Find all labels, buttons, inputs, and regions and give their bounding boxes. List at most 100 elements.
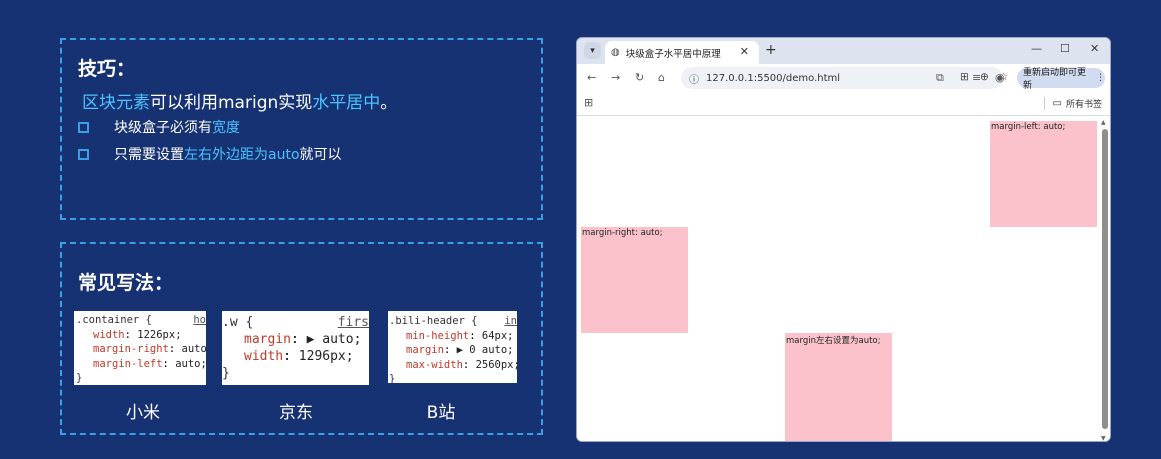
code-close-brace: } — [76, 372, 83, 384]
zoom-icon[interactable]: ⊕ — [980, 71, 989, 83]
vertical-scrollbar[interactable]: ▲ ▼ — [1101, 119, 1108, 441]
plus-icon[interactable]: + — [765, 42, 777, 58]
profile-icon[interactable]: ◉ — [995, 71, 1005, 84]
code-line: width: 1226px; — [93, 328, 182, 341]
close-window-icon[interactable]: ✕ — [1090, 42, 1099, 55]
bullet-suffix: 就可以 — [299, 147, 342, 163]
common-patterns-panel: 常见写法： .container { ho width: 1226px; mar… — [60, 242, 543, 435]
code-value: ▶ auto; — [306, 332, 362, 347]
code-close-brace: } — [222, 366, 230, 381]
close-icon[interactable]: ✕ — [740, 45, 749, 58]
chevron-down-icon[interactable]: ▾ — [584, 42, 601, 59]
browser-window: ▾ ◍ 块级盒子水平居中原理 ✕ + — ☐ ✕ ← → ↻ ⌂ ⓘ 127.0… — [576, 37, 1111, 442]
code-source-link: in — [504, 315, 517, 327]
scroll-thumb[interactable] — [1102, 129, 1108, 429]
demo-box-margin-centered: margin左右设置为auto; — [785, 333, 892, 441]
code-line: min-height: 64px; — [406, 329, 514, 342]
code-prop: width — [93, 328, 125, 341]
back-arrow-icon[interactable]: ← — [587, 71, 596, 84]
globe-icon: ◍ — [611, 47, 620, 58]
code-prop: margin-left — [93, 357, 163, 370]
scroll-up-icon[interactable]: ▲ — [1101, 119, 1106, 126]
puzzle-icon[interactable]: ⧉ — [936, 71, 944, 85]
code-card-xiaomi: .container { ho width: 1226px; margin-ri… — [74, 311, 206, 385]
bookmarks-bar: ⊞ ▭ 所有书签 — [577, 92, 1110, 116]
page-viewport: margin-left: auto; margin-right: auto; m… — [577, 117, 1110, 441]
square-bullet-icon — [78, 121, 89, 133]
code-selector: .bili-header { — [389, 315, 478, 327]
minimize-icon[interactable]: — — [1031, 42, 1042, 55]
code-close-brace: } — [389, 373, 396, 383]
brand-label-xiaomi: 小米 — [126, 403, 160, 423]
browser-toolbar: ← → ↻ ⌂ ⓘ 127.0.0.1:5500/demo.html ⊞ ⊕ ☆… — [577, 64, 1110, 92]
tips-text-period: 。 — [380, 93, 398, 113]
all-bookmarks-label: 所有书签 — [1065, 100, 1102, 110]
box-label: margin-right: auto; — [582, 228, 663, 238]
translate-icon[interactable]: ⊞ — [960, 71, 969, 83]
reload-icon[interactable]: ↻ — [635, 71, 644, 84]
bullet-text: 只需要设置 — [114, 147, 184, 163]
home-icon[interactable]: ⌂ — [658, 71, 665, 84]
bullet-text: 块级盒子必须有 — [114, 120, 212, 136]
more-vertical-icon[interactable]: ⋮ — [1096, 73, 1105, 83]
code-selector-line: .container { ho — [76, 313, 206, 328]
code-value: 1296px; — [298, 349, 354, 364]
tips-main-text: 区块元素可以利用marign实现水平居中。 — [82, 88, 397, 113]
code-prop: margin — [406, 344, 444, 356]
box-label: margin-left: auto; — [991, 122, 1066, 132]
common-title: 常见写法： — [78, 272, 174, 294]
tips-bullet-width: 块级盒子必须有 宽度 — [78, 117, 240, 137]
media-icon[interactable]: ≡ — [972, 71, 981, 84]
code-prop: max-width — [406, 358, 463, 371]
code-value: auto; — [181, 343, 206, 355]
maximize-icon[interactable]: ☐ — [1060, 42, 1070, 55]
square-bullet-icon — [78, 148, 89, 160]
update-button-label: 重新启动即可更新 — [1023, 68, 1087, 91]
tips-title: 技巧： — [78, 58, 136, 80]
code-value: 2560px; — [475, 358, 517, 371]
code-prop: margin-right — [93, 343, 169, 355]
code-selector-line: .w { firs — [222, 314, 369, 331]
folder-icon: ▭ — [1052, 98, 1062, 109]
code-line: margin-left: auto; — [93, 357, 206, 370]
demo-box-margin-right-auto: margin-right: auto; — [581, 227, 688, 333]
code-value: 64px; — [481, 329, 514, 342]
code-card-jd: .w { firs margin: ▶ auto; width: 1296px;… — [222, 311, 369, 385]
code-source-link: firs — [337, 315, 369, 330]
code-prop: min-height — [406, 329, 470, 342]
all-bookmarks[interactable]: ▭ 所有书签 — [1053, 97, 1102, 110]
restart-update-button[interactable]: 重新启动即可更新 ⋮ — [1017, 68, 1105, 91]
code-line: width: 1296px; — [244, 349, 354, 364]
code-card-bilibili: .bili-header { in min-height: 64px; marg… — [388, 311, 517, 383]
code-value: auto; — [175, 357, 206, 370]
code-selector: .w { — [222, 315, 254, 330]
bullet-highlight: 宽度 — [212, 120, 240, 136]
bookmarks-divider — [1044, 97, 1045, 110]
code-line: margin: ▶ auto; — [244, 332, 362, 347]
box-label: margin左右设置为auto; — [786, 336, 881, 346]
tab-bar: ▾ ◍ 块级盒子水平居中原理 ✕ + — ☐ ✕ — [577, 38, 1110, 64]
tab-demo[interactable]: ◍ 块级盒子水平居中原理 ✕ — [605, 41, 759, 64]
tips-panel: 技巧： 区块元素可以利用marign实现水平居中。 块级盒子必须有 宽度 只需要设… — [60, 38, 543, 220]
tab-title: 块级盒子水平居中原理 — [625, 48, 721, 60]
tips-text-margin: 可以利用marign实现 — [150, 93, 313, 113]
code-source-link: ho — [193, 314, 206, 326]
tips-highlight-block-element: 区块元素 — [82, 93, 150, 113]
demo-box-margin-left-auto: margin-left: auto; — [990, 121, 1097, 227]
brand-label-jd: 京东 — [279, 403, 313, 423]
forward-arrow-icon[interactable]: → — [611, 71, 620, 84]
code-line: margin-right: auto; — [76, 342, 206, 357]
code-prop: width — [244, 349, 284, 364]
scroll-down-icon[interactable]: ▼ — [1101, 435, 1106, 441]
info-icon[interactable]: ⓘ — [689, 71, 699, 86]
code-selector-line: .bili-header { in — [389, 314, 517, 329]
tips-highlight-center: 水平居中 — [312, 93, 381, 113]
code-line: max-width: 2560px; — [389, 358, 517, 373]
address-bar[interactable]: ⓘ 127.0.0.1:5500/demo.html ⊞ ⊕ ☆ — [681, 67, 1008, 89]
brand-label-bilibili: B站 — [426, 403, 456, 423]
apps-grid-icon[interactable]: ⊞ — [584, 96, 593, 109]
code-line: margin: ▶ 0 auto; — [406, 344, 514, 356]
code-value: 1226px; — [137, 328, 182, 341]
code-selector: .container { — [76, 314, 152, 326]
bullet-highlight: 左右外边距为auto — [184, 147, 300, 163]
